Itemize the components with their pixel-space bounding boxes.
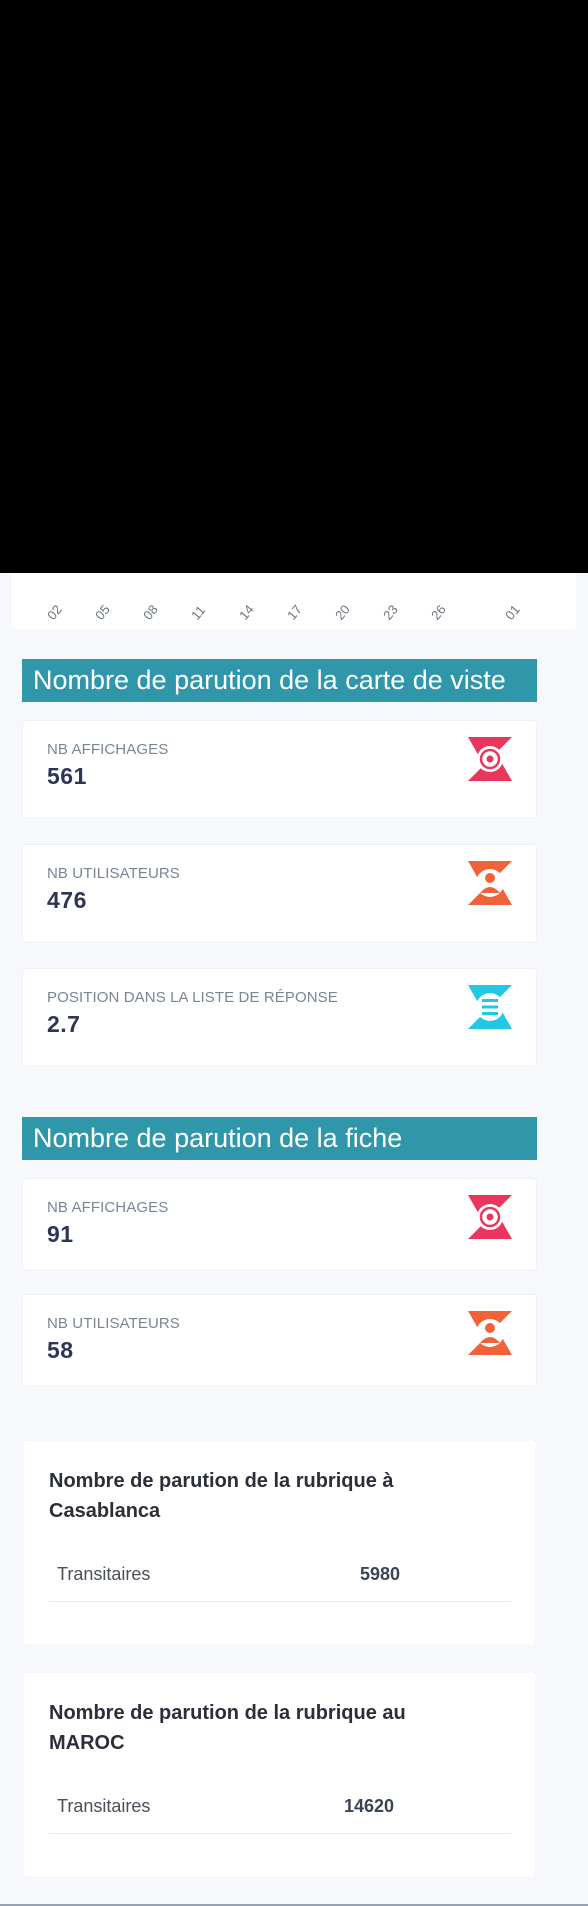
stat-value: 58 bbox=[47, 1337, 74, 1363]
users-icon bbox=[468, 861, 512, 905]
stat-card-vcard-position: POSITION DANS LA LISTE DE RÉPONSE 2.7 bbox=[22, 968, 537, 1067]
stat-label: NB UTILISATEURS bbox=[47, 1315, 180, 1332]
stat-label: POSITION DANS LA LISTE DE RÉPONSE bbox=[47, 989, 338, 1006]
chart-tick-label: 01 bbox=[502, 601, 523, 623]
rubrique-maroc-title: Nombre de parution de la rubrique au MAR… bbox=[49, 1702, 406, 1754]
rubrique-maroc-card: Nombre de parution de la rubrique au MAR… bbox=[24, 1673, 535, 1876]
table-row: Transitaires 14620 bbox=[49, 1786, 511, 1834]
chart-tick-label: 26 bbox=[428, 601, 449, 623]
chart-tick-label: 08 bbox=[140, 601, 161, 623]
chart-tick-label: 14 bbox=[236, 601, 257, 623]
stat-value: 476 bbox=[47, 887, 87, 913]
stat-value: 2.7 bbox=[47, 1011, 81, 1037]
stat-value: 561 bbox=[47, 763, 87, 789]
rubrique-casablanca-title: Nombre de parution de la rubrique à Casa… bbox=[49, 1470, 394, 1522]
section-title-vcard: Nombre de parution de la carte de viste bbox=[22, 659, 537, 702]
stat-card-fiche-users: NB UTILISATEURS 58 bbox=[22, 1294, 537, 1387]
stat-card-vcard-views: NB AFFICHAGES 561 bbox=[22, 720, 537, 819]
chart-tick-label: 17 bbox=[284, 601, 305, 623]
stat-label: NB UTILISATEURS bbox=[47, 865, 180, 882]
chart-tick-label: 20 bbox=[332, 601, 353, 623]
eye-icon bbox=[468, 1195, 512, 1239]
rubrique-name: Transitaires bbox=[57, 1796, 151, 1816]
stat-label: NB AFFICHAGES bbox=[47, 1199, 169, 1216]
users-icon bbox=[468, 1311, 512, 1355]
stat-card-vcard-users: NB UTILISATEURS 476 bbox=[22, 844, 537, 943]
stat-card-fiche-views: NB AFFICHAGES 91 bbox=[22, 1178, 537, 1271]
chart-tick-label: 23 bbox=[380, 601, 401, 623]
rubrique-name: Transitaires bbox=[57, 1564, 151, 1584]
rubrique-casablanca-card: Nombre de parution de la rubrique à Casa… bbox=[24, 1441, 535, 1644]
chart-tick-label: 11 bbox=[188, 602, 209, 623]
section-title-fiche: Nombre de parution de la fiche bbox=[22, 1117, 537, 1160]
eye-icon bbox=[468, 737, 512, 781]
chart-tick-label: 02 bbox=[44, 601, 65, 623]
chart-card: 02 05 08 11 14 17 20 23 26 01 bbox=[12, 573, 576, 629]
rubrique-count: 14620 bbox=[344, 1796, 395, 1816]
stat-label: NB AFFICHAGES bbox=[47, 741, 169, 758]
rubrique-count: 5980 bbox=[360, 1564, 401, 1584]
stat-value: 91 bbox=[47, 1221, 74, 1247]
chart-tick-label: 05 bbox=[92, 601, 113, 623]
chart-area-obscured bbox=[0, 0, 588, 573]
list-icon bbox=[468, 985, 512, 1029]
table-row: Transitaires 5980 bbox=[49, 1554, 511, 1602]
